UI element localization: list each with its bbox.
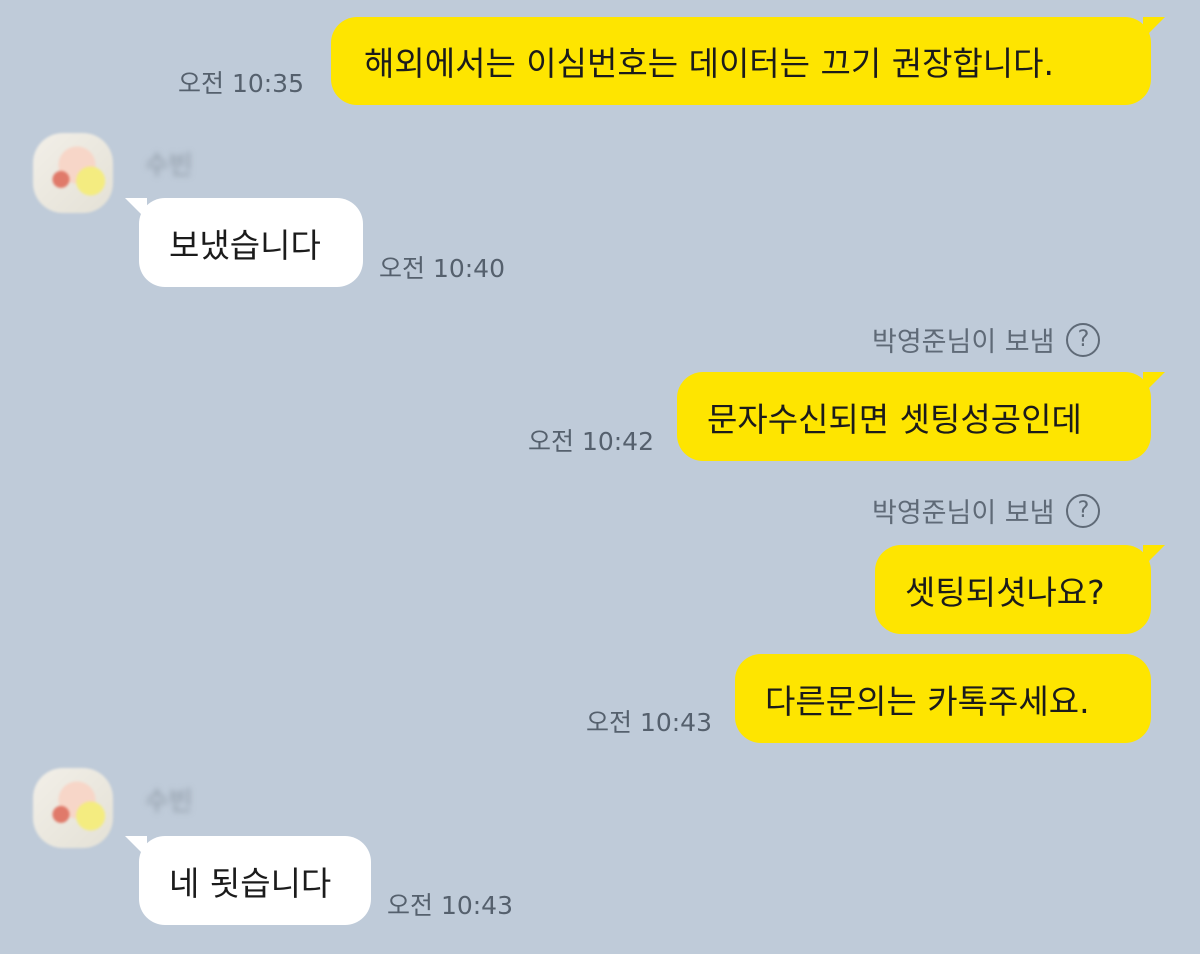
sent-by-note: 박영준님이 보냄 ? — [872, 491, 1101, 530]
message-text: 다른문의는 카톡주세요. — [765, 681, 1090, 721]
message-text: 해외에서는 이심번호는 데이터는 끄기 권장합니다. — [364, 44, 1055, 83]
message-time: 오전 10:43 — [586, 708, 712, 737]
message-bubble-received[interactable]: 네 됫습니다 — [125, 836, 371, 925]
avatar[interactable] — [33, 768, 113, 848]
sender-name: 수빈 — [145, 787, 193, 817]
help-icon[interactable]: ? — [1066, 493, 1101, 528]
message-bubble-sent[interactable]: 다른문의는 카톡주세요. — [735, 654, 1151, 743]
help-icon[interactable]: ? — [1066, 322, 1101, 357]
message-time: 오전 10:42 — [528, 427, 654, 456]
message-time: 오전 10:43 — [387, 891, 513, 920]
message-text: 네 됫습니다 — [169, 863, 332, 903]
message-time: 오전 10:40 — [379, 254, 505, 283]
message-text: 셋팅되셧나요? — [905, 572, 1105, 612]
message-bubble-sent[interactable]: 문자수신되면 셋팅성공인데 — [677, 372, 1165, 461]
message-text: 문자수신되면 셋팅성공인데 — [707, 399, 1082, 439]
message-time: 오전 10:35 — [178, 69, 304, 98]
avatar[interactable] — [33, 133, 113, 213]
sent-by-note: 박영준님이 보냄 ? — [872, 320, 1101, 359]
message-bubble-received[interactable]: 보냈습니다 — [125, 198, 363, 287]
message-bubble-sent[interactable]: 해외에서는 이심번호는 데이터는 끄기 권장합니다. — [331, 17, 1165, 105]
message-bubble-sent[interactable]: 셋팅되셧나요? — [875, 545, 1165, 634]
sender-name: 수빈 — [145, 151, 193, 181]
message-text: 보냈습니다 — [169, 225, 321, 265]
sent-by-label: 박영준님이 보냄 — [872, 327, 1055, 358]
sent-by-label: 박영준님이 보냄 — [872, 498, 1055, 529]
